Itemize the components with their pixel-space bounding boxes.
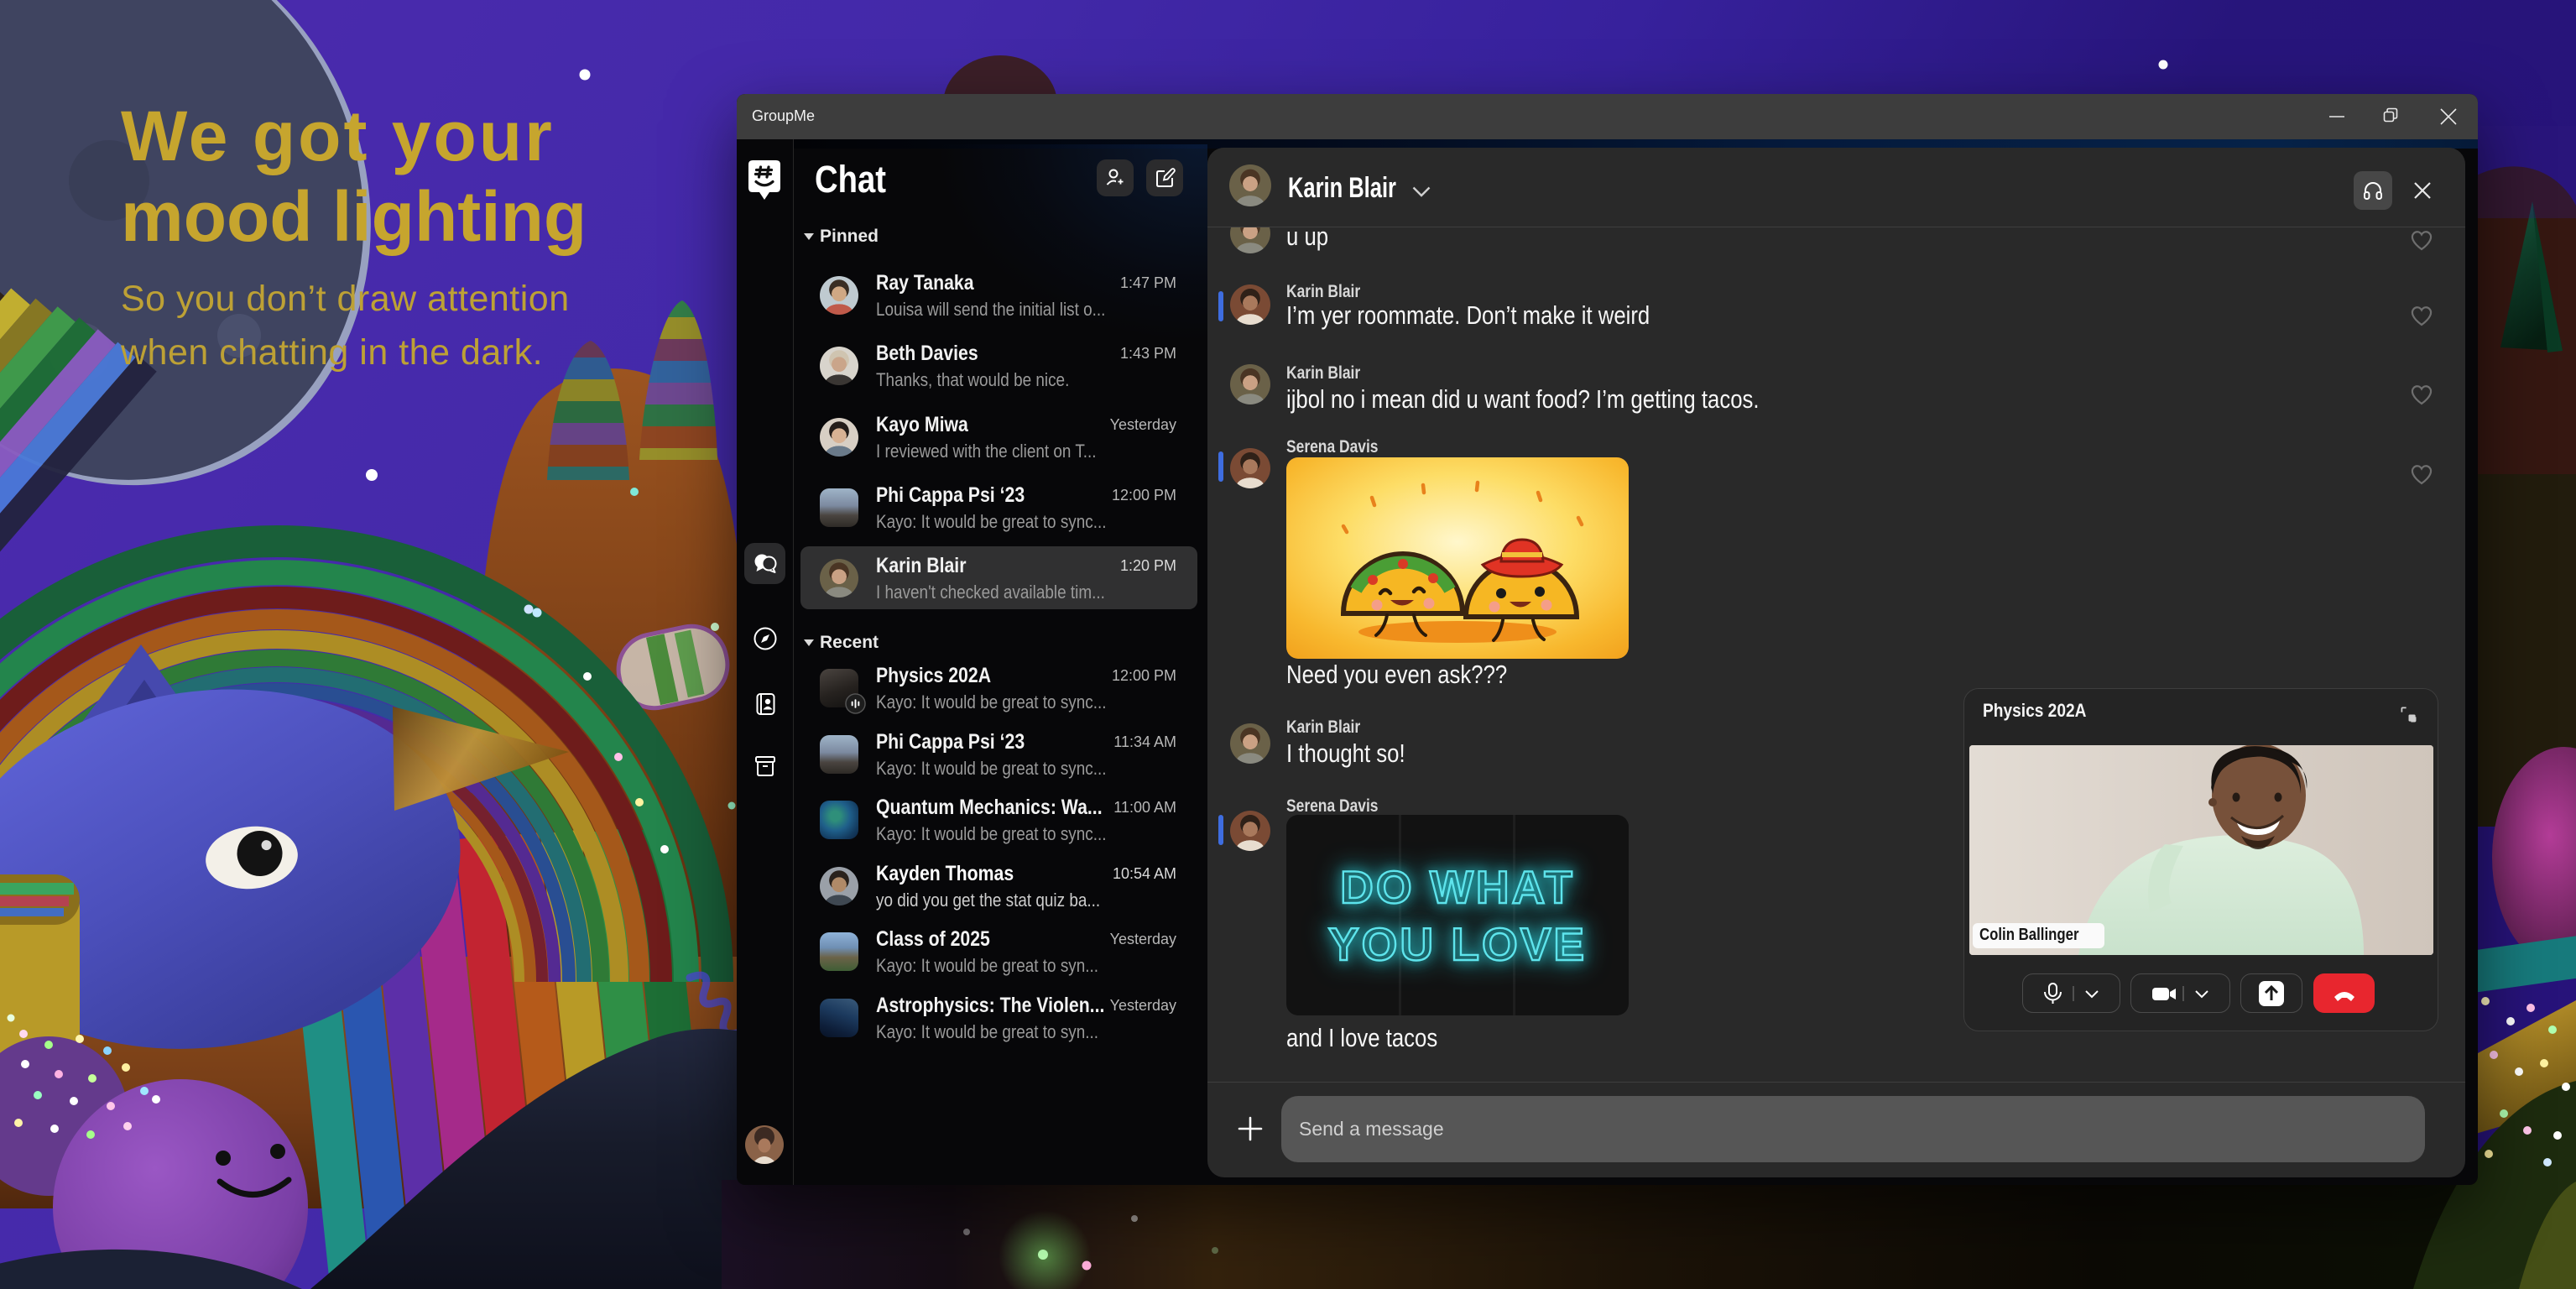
svg-text:YOU LOVE: YOU LOVE	[1328, 918, 1587, 970]
svg-text:DO WHAT: DO WHAT	[1340, 861, 1575, 913]
